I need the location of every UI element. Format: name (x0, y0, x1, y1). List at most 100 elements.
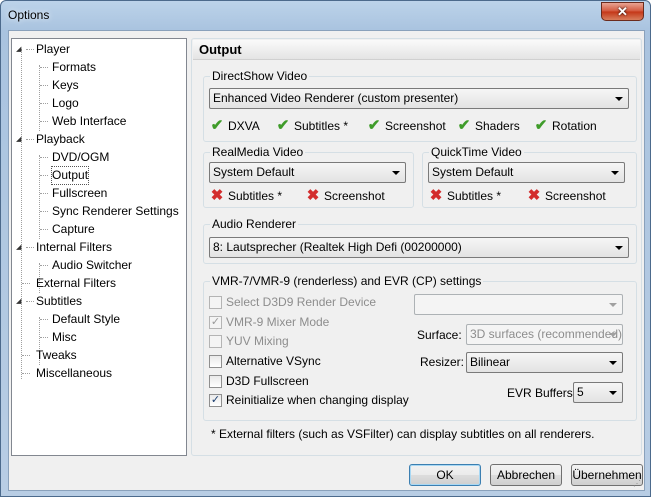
chevron-down-icon (615, 97, 623, 101)
chevron-down-icon (609, 391, 617, 395)
checkbox-box (209, 296, 222, 309)
tree-connector (40, 211, 48, 212)
feature-label: Screenshot (545, 189, 606, 203)
tree-connector (40, 121, 48, 122)
check-icon: ✔ (276, 117, 290, 134)
feature-label: Rotation (552, 119, 597, 133)
tree-item-label: Audio Switcher (52, 258, 133, 272)
checkbox-label: Alternative VSync (226, 354, 321, 368)
select-value: System Default (213, 165, 295, 179)
tree-item-label: Miscellaneous (36, 366, 113, 380)
checkbox-label: Reinitialize when changing display (226, 393, 409, 407)
window-title: Options (8, 8, 50, 22)
tree-connector (40, 175, 48, 176)
tree-item-label: Formats (52, 60, 97, 74)
tree-connector (26, 301, 34, 302)
chevron-down-icon (615, 246, 623, 250)
tree-connector (22, 283, 30, 284)
checkbox-label: VMR-9 Mixer Mode (226, 315, 330, 329)
feature-label: Screenshot (324, 189, 385, 203)
tree-connector (40, 103, 48, 104)
tree-item-label: Internal Filters (36, 240, 113, 254)
tree-item-label: Tweaks (36, 348, 77, 362)
checkbox-label: YUV Mixing (226, 334, 289, 348)
tree-item-label: Default Style (52, 312, 121, 326)
close-button[interactable]: ✕ (601, 2, 644, 21)
chevron-down-icon (609, 333, 617, 337)
select-value: 8: Lautsprecher (Realtek High Defi (0020… (213, 240, 462, 254)
checkbox-label: D3D Fullscreen (226, 374, 309, 388)
surface-label: Surface: (417, 328, 462, 342)
group-label: Audio Renderer (210, 217, 299, 231)
tree-connector (40, 229, 48, 230)
tree-connector (22, 355, 30, 356)
tree-item-label-selected: Output (50, 166, 90, 185)
tree-item-label: Playback (36, 132, 85, 146)
quicktime-video-group: QuickTime Video System Default ✖ Subtitle… (422, 145, 637, 208)
audio-renderer-select[interactable]: 8: Lautsprecher (Realtek High Defi (0020… (209, 237, 629, 258)
check-icon: ✔ (210, 117, 224, 134)
tree-item-label: Keys (52, 78, 79, 92)
tree-item-label: Subtitles (36, 294, 83, 308)
options-tree[interactable]: ◢ Player Formats Keys Logo Web Interface (11, 38, 187, 456)
group-label: VMR-7/VMR-9 (renderless) and EVR (CP) se… (210, 274, 484, 288)
title-bar: Options ✕ (1, 1, 650, 29)
cross-icon: ✖ (306, 187, 320, 204)
tree-connector (26, 139, 34, 140)
ok-button[interactable]: OK (409, 464, 481, 486)
collapse-icon[interactable]: ◢ (16, 46, 23, 53)
tree-connector (26, 247, 34, 248)
tree-connector (40, 319, 48, 320)
cross-icon: ✖ (429, 187, 443, 204)
tree-item-label: Logo (52, 96, 79, 110)
feature-label: DXVA (228, 119, 260, 133)
tree-connector (26, 49, 34, 50)
tree-item-label: Player (36, 42, 71, 56)
d3d9-device-select[interactable] (414, 294, 623, 315)
cancel-button[interactable]: Abbrechen (490, 464, 562, 486)
tree-item-label: Capture (52, 222, 95, 236)
select-value: System Default (432, 165, 514, 179)
output-panel: Output DirectShow Video Enhanced Video R… (191, 38, 642, 456)
select-value: 5 (577, 385, 584, 399)
dialog-client: ◢ Player Formats Keys Logo Web Interface (8, 30, 645, 491)
feature-label: Shaders (475, 119, 520, 133)
feature-label: Subtitles * (228, 189, 283, 203)
feature-label: Subtitles * (294, 119, 349, 133)
vmr-evr-settings-group: VMR-7/VMR-9 (renderless) and EVR (CP) se… (203, 274, 637, 421)
group-label: DirectShow Video (210, 69, 310, 83)
evr-buffers-select[interactable]: 5 (573, 382, 623, 403)
collapse-icon[interactable]: ◢ (16, 244, 23, 251)
chevron-down-icon (609, 361, 617, 365)
checkmark-icon: ✓ (209, 394, 222, 407)
select-value: Bilinear (470, 355, 511, 369)
resize-grip-icon[interactable]: ⋰ (633, 479, 643, 489)
tree-item-label: Web Interface (52, 114, 127, 128)
tree-connector (40, 337, 48, 338)
tree-item-label: Fullscreen (52, 186, 108, 200)
feature-label: Screenshot (385, 119, 446, 133)
checkbox-box (209, 355, 222, 368)
group-label: QuickTime Video (429, 145, 524, 159)
tree-connector (40, 85, 48, 86)
footnote-text: * External filters (such as VSFilter) ca… (211, 427, 595, 441)
panel-title: Output (193, 40, 640, 60)
checkbox-box (209, 335, 222, 348)
tree-connector (40, 193, 48, 194)
select-value: 3D surfaces (recommended) (470, 327, 623, 341)
realmedia-renderer-select[interactable]: System Default (209, 162, 406, 183)
quicktime-renderer-select[interactable]: System Default (428, 162, 625, 183)
chevron-down-icon (392, 171, 400, 175)
checkbox-box (209, 375, 222, 388)
cross-icon: ✖ (527, 187, 541, 204)
resizer-select[interactable]: Bilinear (466, 352, 623, 373)
collapse-icon[interactable]: ◢ (16, 298, 23, 305)
surface-select[interactable]: 3D surfaces (recommended) (466, 324, 623, 345)
realmedia-video-group: RealMedia Video System Default ✖ Subtitle… (203, 145, 414, 208)
collapse-icon[interactable]: ◢ (16, 136, 23, 143)
tree-item-label: DVD/OGM (52, 150, 110, 164)
directshow-renderer-select[interactable]: Enhanced Video Renderer (custom presente… (209, 88, 629, 109)
tree-connector (22, 373, 30, 374)
audio-renderer-group: Audio Renderer 8: Lautsprecher (Realtek … (203, 217, 637, 264)
checkbox-label: Select D3D9 Render Device (226, 295, 377, 309)
